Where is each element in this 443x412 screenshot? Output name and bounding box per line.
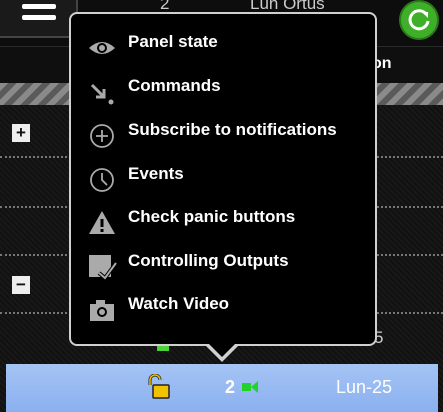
menu-item-check-panic[interactable]: Check panic buttons — [87, 203, 372, 239]
popup-arrow-inner — [207, 342, 237, 357]
menu-item-label: Events — [128, 164, 184, 183]
selected-row[interactable]: 2 Lun-25 — [6, 364, 438, 412]
refresh-icon — [408, 9, 430, 31]
menu-item-label: Subscribe to notifications — [128, 120, 337, 139]
commands-icon — [90, 83, 114, 105]
menu-icon — [22, 4, 56, 9]
eye-icon — [89, 42, 115, 54]
expand-button[interactable]: + — [12, 124, 30, 142]
camera-icon — [90, 300, 114, 321]
hamburger-menu-button[interactable] — [0, 0, 78, 38]
menu-item-label: Controlling Outputs — [128, 251, 289, 270]
collapse-button[interactable]: − — [12, 276, 30, 294]
menu-item-watch-video[interactable]: Watch Video — [87, 290, 372, 326]
menu-item-label: Watch Video — [128, 294, 230, 313]
menu-item-subscribe[interactable]: Subscribe to notifications — [87, 116, 372, 152]
video-camera-lens — [251, 381, 258, 393]
context-menu: Panel state Commands Subscribe to notifi… — [69, 12, 377, 346]
camera-count: 2 — [225, 377, 236, 397]
menu-item-commands[interactable]: Commands — [87, 72, 372, 108]
menu-item-label: Check panic buttons — [128, 207, 296, 226]
object-name: Lun-25 — [336, 377, 393, 397]
unlocked-icon — [148, 374, 170, 399]
refresh-button[interactable] — [399, 0, 439, 40]
menu-item-events[interactable]: Events — [87, 160, 372, 196]
checkbox-icon — [89, 255, 117, 281]
video-camera-icon — [242, 383, 251, 391]
circle-plus-icon — [90, 124, 114, 148]
menu-item-label: Commands — [128, 76, 221, 95]
menu-item-panel-state[interactable]: Panel state — [87, 28, 372, 64]
clock-icon — [90, 168, 114, 192]
menu-item-controlling-outputs[interactable]: Controlling Outputs — [87, 247, 372, 283]
menu-icon-bar — [22, 15, 56, 20]
warning-icon — [89, 211, 115, 234]
menu-item-label: Panel state — [128, 32, 218, 51]
